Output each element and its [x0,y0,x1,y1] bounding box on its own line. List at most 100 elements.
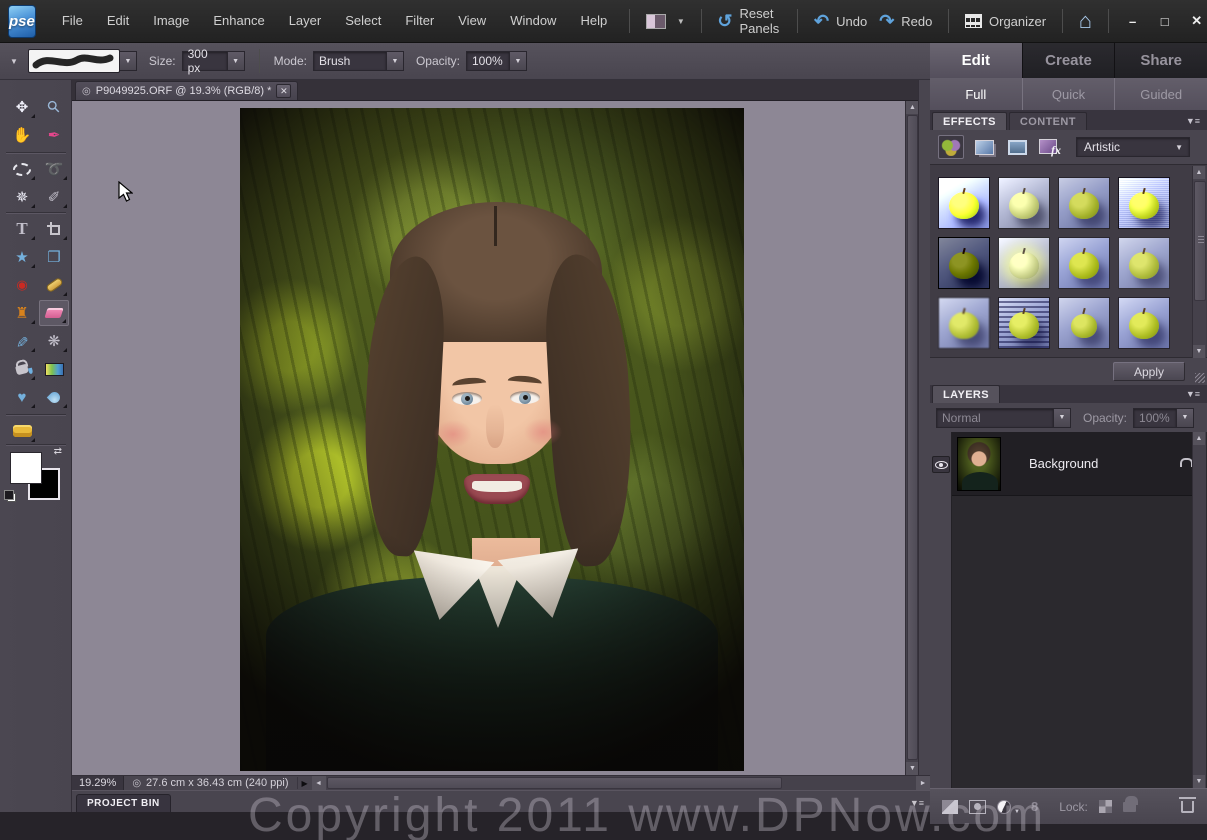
scroll-down-button[interactable]: ▼ [1193,775,1205,788]
layer-visibility-toggle[interactable] [932,456,950,473]
sponge-tool[interactable] [7,418,37,444]
mode-dropdown-arrow[interactable]: ▼ [387,51,404,71]
scrollbar-thumb[interactable] [327,777,782,789]
project-bin-menu-icon[interactable]: ▼≡ [910,798,924,808]
text-effects-category-button[interactable]: fx [1037,135,1063,159]
scroll-up-button[interactable]: ▲ [1193,166,1205,179]
brush-tool[interactable]: ✐ [7,328,37,354]
filters-category-button[interactable] [938,135,964,159]
canvas-horizontal-scrollbar[interactable]: ◄ ► [312,776,930,791]
menu-view[interactable]: View [446,0,498,42]
hand-tool[interactable]: ✋ [7,122,37,148]
zoom-level-field[interactable]: 19.29% [72,776,124,791]
move-tool[interactable]: ✥ [7,94,37,120]
undo-button[interactable]: ↶ Undo [808,12,873,30]
effect-thumbnail-12[interactable] [1118,297,1170,349]
lock-transparency-button[interactable] [1099,800,1112,813]
size-slider-arrow[interactable]: ▼ [228,51,245,71]
effect-thumbnail-9[interactable] [938,297,990,349]
new-layer-button[interactable] [942,800,958,814]
effect-thumbnail-1[interactable] [938,177,990,229]
effect-thumbnail-11[interactable] [1058,297,1110,349]
effect-thumbnail-6[interactable] [998,237,1050,289]
marquee-tool[interactable] [7,156,37,182]
smart-brush-tool[interactable]: ❋ [39,328,69,354]
close-button[interactable]: ✕ [1183,10,1207,32]
effects-panel-menu-icon[interactable]: ▼≡ [1186,116,1200,126]
scrollbar-thumb[interactable] [907,115,918,760]
arrange-windows-button[interactable]: ▼ [640,14,691,29]
default-colors-icon[interactable] [7,493,16,502]
shape-tool[interactable]: ♥ [7,384,37,410]
crop-tool[interactable] [39,216,69,242]
tab-share[interactable]: Share [1115,43,1207,78]
tool-presets-arrow[interactable]: ▼ [10,57,18,66]
effect-thumbnail-8[interactable] [1118,237,1170,289]
apply-button[interactable]: Apply [1113,362,1185,381]
maximize-button[interactable]: □ [1151,10,1179,32]
layer-row-background[interactable]: Background [952,432,1192,496]
effect-thumbnail-4[interactable] [1118,177,1170,229]
scroll-left-button[interactable]: ◄ [312,776,326,791]
delete-layer-button[interactable] [1181,801,1194,813]
tab-edit[interactable]: Edit [930,43,1023,78]
tab-content[interactable]: CONTENT [1009,112,1087,130]
blur-tool[interactable] [39,384,69,410]
lasso-tool[interactable]: ➰ [39,156,69,182]
canvas-vertical-scrollbar[interactable]: ▲ ▼ [905,101,918,775]
document-tab[interactable]: ◎ P9049925.ORF @ 19.3% (RGB/8) * ✕ [75,81,298,100]
effect-thumbnail-5[interactable] [938,237,990,289]
lock-all-button[interactable] [1123,802,1136,812]
adjustment-layer-button[interactable] [997,800,1011,814]
brush-stroke-preview[interactable] [28,49,120,73]
effect-thumbnail-2[interactable] [998,177,1050,229]
zoom-tool[interactable]: ⚲ [39,94,69,120]
menu-image[interactable]: Image [141,0,201,42]
effects-scrollbar[interactable]: ▲ ▼ [1192,166,1206,358]
organizer-button[interactable]: Organizer [959,14,1052,29]
eraser-tool[interactable] [39,300,69,326]
foreground-color[interactable] [10,452,42,484]
photo-document[interactable] [240,108,744,771]
eyedropper-tool[interactable]: ✒ [39,122,69,148]
scroll-down-button[interactable]: ▼ [1193,345,1205,358]
effect-thumbnail-10[interactable] [998,297,1050,349]
recompose-tool[interactable]: ❐ [39,244,69,270]
tab-effects[interactable]: EFFECTS [932,112,1007,130]
effects-category-dropdown[interactable]: Artistic ▼ [1076,137,1190,157]
layer-mask-button[interactable] [969,800,986,814]
menu-help[interactable]: Help [568,0,619,42]
clone-stamp-tool[interactable]: ♜ [7,300,37,326]
gradient-tool[interactable] [39,356,69,382]
menu-file[interactable]: File [50,0,95,42]
selection-brush-tool[interactable]: ✐ [39,184,69,210]
minimize-button[interactable]: – [1119,10,1147,32]
brush-picker-arrow[interactable]: ▼ [120,51,137,71]
magic-wand-tool[interactable]: ✵ [7,184,37,210]
photo-effects-category-button[interactable] [1004,135,1030,159]
status-options-button[interactable]: ▶ [298,776,312,791]
edit-mode-guided[interactable]: Guided [1115,78,1207,110]
blend-mode-arrow[interactable]: ▼ [1054,408,1071,428]
layer-thumbnail[interactable] [957,437,1001,491]
tab-close-button[interactable]: ✕ [276,84,291,98]
mode-dropdown[interactable]: Brush [313,51,387,71]
effect-thumbnail-3[interactable] [1058,177,1110,229]
panel-resize-grip[interactable] [1195,373,1205,383]
tab-create[interactable]: Create [1023,43,1116,78]
layers-scrollbar[interactable]: ▲ ▼ [1192,432,1206,788]
opacity-input[interactable]: 100% [466,51,510,71]
menu-enhance[interactable]: Enhance [201,0,276,42]
edit-mode-full[interactable]: Full [930,78,1023,110]
link-layers-button[interactable]: 8 [1031,799,1038,814]
size-input[interactable]: 300 px [182,51,228,71]
scroll-up-button[interactable]: ▲ [1193,432,1205,445]
reset-panels-button[interactable]: ↺ Reset Panels [711,6,787,36]
welcome-home-button[interactable]: ⌂ [1073,10,1098,32]
menu-filter[interactable]: Filter [393,0,446,42]
tab-layers[interactable]: LAYERS [932,385,1000,403]
opacity-slider-arrow[interactable]: ▼ [510,51,527,71]
menu-layer[interactable]: Layer [277,0,334,42]
layers-opacity-arrow[interactable]: ▼ [1177,408,1194,428]
paint-bucket-tool[interactable] [7,356,37,382]
